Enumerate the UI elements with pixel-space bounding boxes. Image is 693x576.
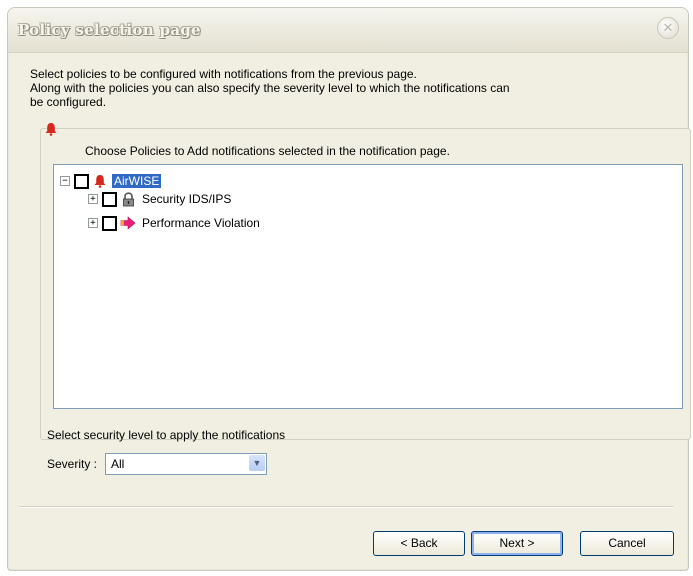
collapse-icon[interactable]: − (60, 176, 70, 186)
checkbox-airwise[interactable] (74, 173, 89, 189)
dialog-title: Policy selection page (18, 21, 202, 39)
choose-policies-label: Choose Policies to Add notifications sel… (85, 144, 450, 158)
next-button[interactable]: Next > (471, 531, 563, 556)
arrow-right-icon (120, 215, 136, 231)
tree-node-airwise[interactable]: − AirWISE (60, 173, 162, 189)
intro-text: Select policies to be configured with no… (30, 67, 630, 109)
checkbox-security[interactable] (102, 191, 117, 207)
expand-icon[interactable]: + (88, 194, 98, 204)
title-bar: Policy selection page ✕ (8, 8, 688, 53)
severity-value: All (111, 457, 125, 471)
severity-select[interactable]: All ▼ (105, 453, 268, 475)
chevron-down-icon[interactable]: ▼ (249, 455, 266, 471)
expand-icon[interactable]: + (88, 218, 98, 228)
cancel-button[interactable]: Cancel (580, 531, 674, 556)
checkbox-performance[interactable] (102, 215, 117, 231)
intro-line-2: Along with the policies you can also spe… (30, 81, 510, 95)
intro-line-3: be configured. (30, 95, 107, 109)
policy-tree[interactable]: − AirWISE + Security IDS/IPS + Performan… (53, 164, 683, 409)
severity-row: Severity : All ▼ (47, 453, 268, 475)
tree-node-label-security[interactable]: Security IDS/IPS (140, 192, 233, 206)
close-icon: ✕ (662, 20, 674, 35)
footer-divider (19, 506, 674, 508)
tree-node-performance[interactable]: + Performance Violation (88, 215, 262, 231)
tree-node-label-performance[interactable]: Performance Violation (140, 216, 262, 230)
severity-section-label: Select security level to apply the notif… (47, 428, 286, 442)
bell-icon (92, 173, 108, 189)
bell-icon (44, 122, 58, 139)
severity-caption: Severity : (47, 457, 98, 471)
tree-node-security[interactable]: + Security IDS/IPS (88, 191, 233, 207)
lock-icon (120, 191, 136, 207)
intro-line-1: Select policies to be configured with no… (30, 67, 417, 81)
tree-node-label-airwise[interactable]: AirWISE (112, 174, 162, 188)
close-button[interactable]: ✕ (657, 17, 679, 39)
back-button[interactable]: < Back (373, 531, 465, 556)
